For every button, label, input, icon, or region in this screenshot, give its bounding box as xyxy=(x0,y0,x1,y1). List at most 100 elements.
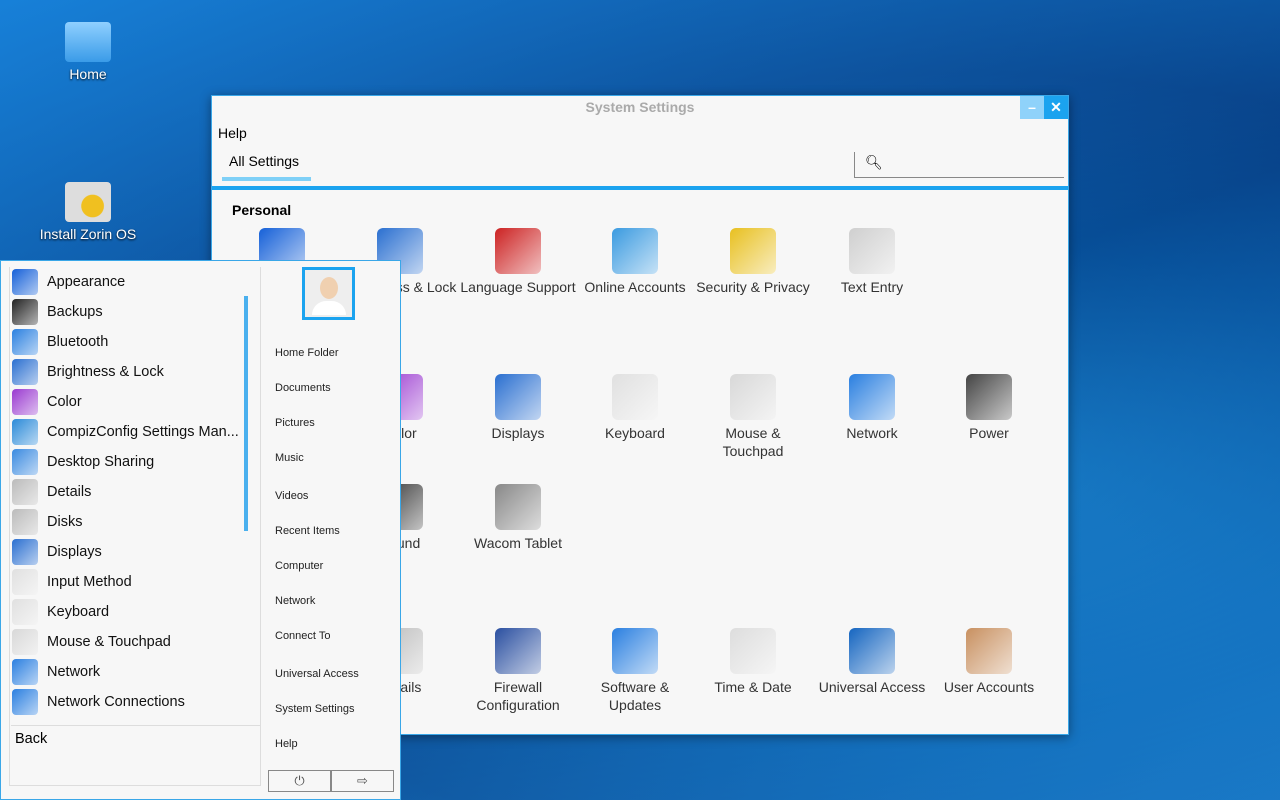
place-link[interactable]: Music xyxy=(275,452,304,464)
menu-item[interactable]: Bluetooth xyxy=(10,327,260,357)
menu-item-label: Keyboard xyxy=(47,604,110,620)
safe-icon xyxy=(12,299,38,325)
search-input[interactable]: 🔍︎ xyxy=(854,152,1064,178)
keys-icon xyxy=(849,228,895,274)
settings-item[interactable]: Firewall Configuration xyxy=(459,628,577,714)
place-link[interactable]: Home Folder xyxy=(275,347,339,359)
keyboard-icon xyxy=(12,599,38,625)
settings-item-label: Software & Updates xyxy=(600,679,670,713)
displays-icon xyxy=(12,539,38,565)
menu-item-label: Bluetooth xyxy=(47,334,109,350)
menu-item-label: Backups xyxy=(47,304,103,320)
mouse-icon xyxy=(12,629,38,655)
menu-item-label: CompizConfig Settings Man... xyxy=(47,424,239,440)
menu-item[interactable]: Displays xyxy=(10,537,260,567)
place-link[interactable]: Recent Items xyxy=(275,525,340,537)
logout-button[interactable]: ⇨ xyxy=(331,770,394,792)
place-link[interactable]: Documents xyxy=(275,382,331,394)
color-icon xyxy=(12,389,38,415)
settings-item[interactable]: Network xyxy=(813,374,931,442)
menu-item[interactable]: Appearance xyxy=(10,267,260,297)
power-icon: ⏻ xyxy=(294,773,305,788)
desktop-icon-home[interactable]: Home xyxy=(38,22,138,82)
menu-item-label: Displays xyxy=(47,544,102,560)
back-button[interactable]: Back xyxy=(15,731,47,747)
settings-item[interactable]: Power xyxy=(930,374,1048,442)
title-bar[interactable]: System Settings – ✕ xyxy=(212,96,1068,119)
menu-help[interactable]: Help xyxy=(218,125,247,141)
settings-item-label: User Accounts xyxy=(943,679,1035,695)
desktop-icon-label: Install Zorin OS xyxy=(39,226,137,242)
brightness-lock-icon xyxy=(12,359,38,385)
settings-item-label: Universal Access xyxy=(818,679,926,695)
settings-item-label: Power xyxy=(969,425,1009,441)
place-link[interactable]: Videos xyxy=(275,490,308,502)
start-menu: Appearance Backups Bluetooth Brightness & L… xyxy=(0,260,401,800)
network-globe-icon xyxy=(12,659,38,685)
online-accounts-icon xyxy=(612,228,658,274)
menu-item[interactable]: Keyboard xyxy=(10,597,260,627)
battery-icon xyxy=(966,374,1012,420)
menu-item[interactable]: Disks xyxy=(10,507,260,537)
menu-item[interactable]: Mouse & Touchpad xyxy=(10,627,260,657)
menu-item[interactable]: Network xyxy=(10,657,260,687)
appearance-icon xyxy=(12,269,38,295)
place-link[interactable]: Computer xyxy=(275,560,323,572)
menu-item[interactable]: Color xyxy=(10,387,260,417)
software-globe-icon xyxy=(612,628,658,674)
installer-icon xyxy=(65,182,111,222)
place-link[interactable]: Pictures xyxy=(275,417,315,429)
search-icon: 🔍︎ xyxy=(865,154,883,170)
desktop-sharing-icon xyxy=(12,449,38,475)
tab-all-settings[interactable]: All Settings xyxy=(222,153,311,181)
header-divider xyxy=(212,186,1068,190)
settings-item[interactable]: Software & Updates xyxy=(576,628,694,714)
menu-item[interactable]: Backups xyxy=(10,297,260,327)
user-avatar[interactable] xyxy=(302,267,355,320)
settings-item[interactable]: Mouse & Touchpad xyxy=(694,374,812,460)
menu-item[interactable]: Details xyxy=(10,477,260,507)
settings-item[interactable]: Keyboard xyxy=(576,374,694,442)
menu-item[interactable]: CompizConfig Settings Man... xyxy=(10,417,260,447)
section-personal: Personal xyxy=(232,202,292,218)
power-button[interactable]: ⏻ xyxy=(268,770,331,792)
menu-item-label: Brightness & Lock xyxy=(47,364,164,380)
clock-icon xyxy=(730,628,776,674)
place-link[interactable]: Universal Access xyxy=(275,668,359,680)
place-link[interactable]: System Settings xyxy=(275,703,354,715)
menu-item[interactable]: Desktop Sharing xyxy=(10,447,260,477)
keyboard-icon xyxy=(12,569,38,595)
disk-icon xyxy=(12,509,38,535)
settings-item-label: Firewall Configuration xyxy=(476,679,560,713)
place-link[interactable]: Connect To xyxy=(275,630,330,642)
keyboard-icon xyxy=(612,374,658,420)
menu-item-label: Mouse & Touchpad xyxy=(47,634,171,650)
displays-icon xyxy=(495,374,541,420)
minimize-button[interactable]: – xyxy=(1020,96,1044,119)
menu-item[interactable]: Brightness & Lock xyxy=(10,357,260,387)
settings-item[interactable]: Text Entry xyxy=(813,228,931,296)
menu-item-label: Desktop Sharing xyxy=(47,454,155,470)
settings-item[interactable]: User Accounts xyxy=(930,628,1048,696)
menu-item[interactable]: Network Connections xyxy=(10,687,260,717)
users-icon xyxy=(966,628,1012,674)
menu-item[interactable]: Input Method xyxy=(10,567,260,597)
menu-item-label: Network xyxy=(47,664,101,680)
settings-item[interactable]: Time & Date xyxy=(694,628,812,696)
close-button[interactable]: ✕ xyxy=(1044,96,1068,119)
place-link[interactable]: Help xyxy=(275,738,298,750)
place-link[interactable]: Network xyxy=(275,595,315,607)
settings-item[interactable]: Displays xyxy=(459,374,577,442)
settings-item[interactable]: Security & Privacy xyxy=(694,228,812,296)
menu-item-label: Appearance xyxy=(47,274,126,290)
settings-item[interactable]: Wacom Tablet xyxy=(459,484,577,552)
settings-item-label: Online Accounts xyxy=(584,279,686,295)
settings-item-label: Wacom Tablet xyxy=(474,535,562,551)
settings-item[interactable]: Universal Access xyxy=(813,628,931,696)
desktop-icon-install[interactable]: Install Zorin OS xyxy=(38,182,138,242)
menu-scrollbar[interactable] xyxy=(244,296,248,531)
menu-item-label: Network Connections xyxy=(47,694,185,710)
settings-item[interactable]: Online Accounts xyxy=(576,228,694,296)
settings-item[interactable]: Language Support xyxy=(459,228,577,296)
tablet-icon xyxy=(495,484,541,530)
